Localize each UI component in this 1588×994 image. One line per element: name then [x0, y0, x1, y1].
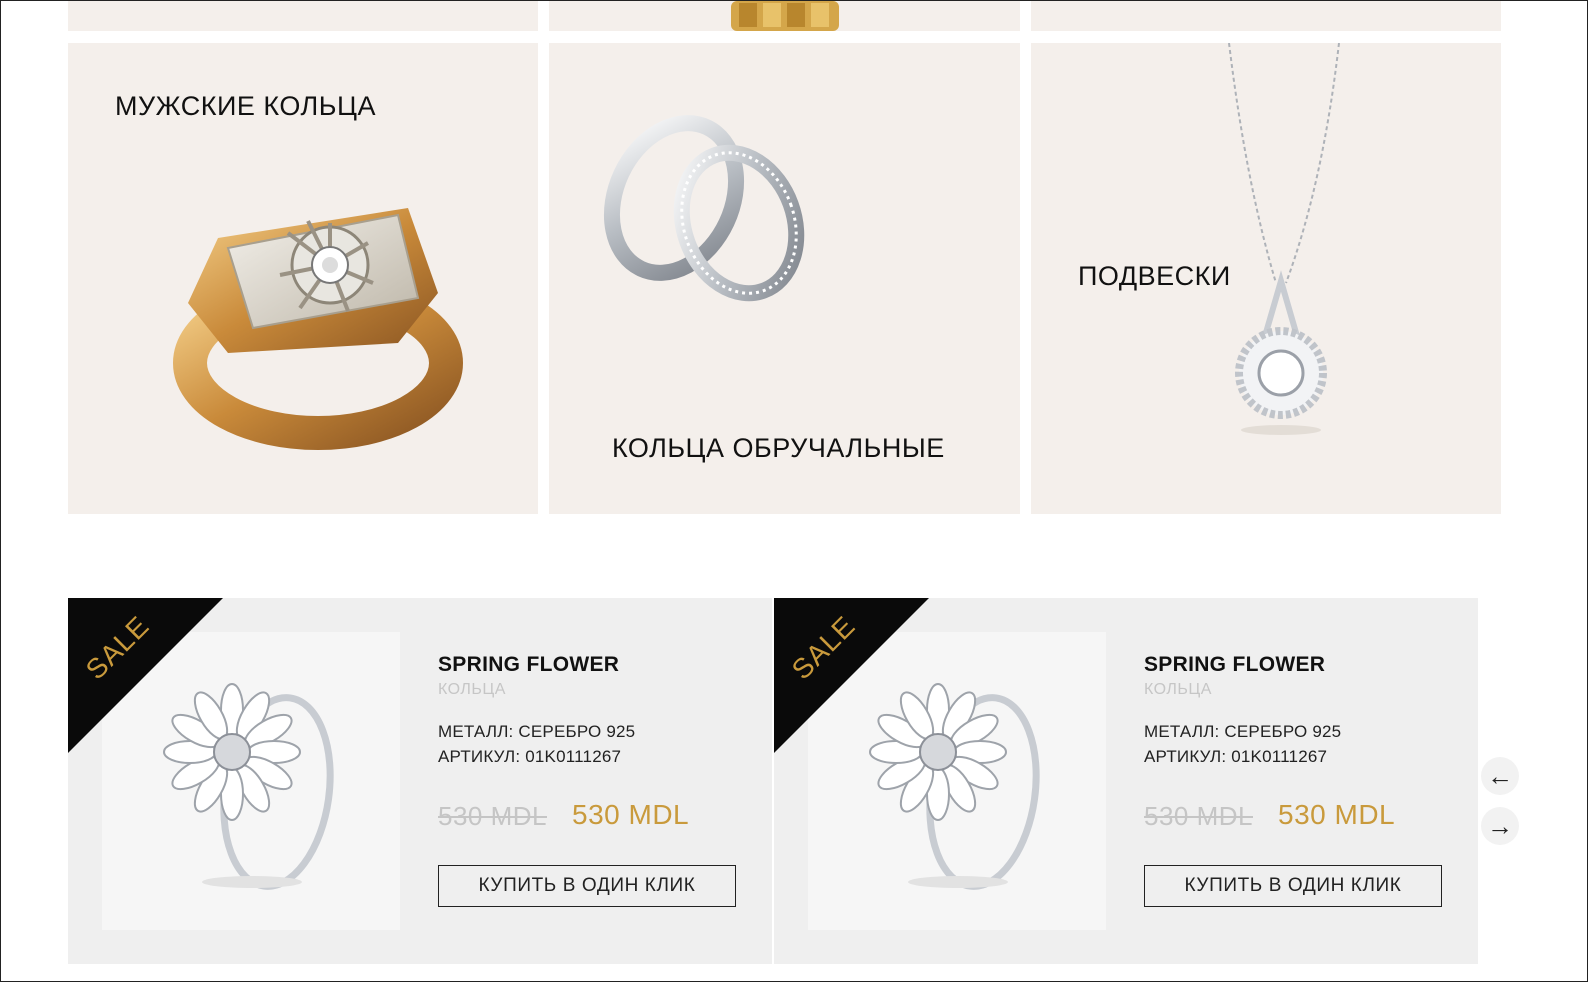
carousel-prev-button[interactable]: ← [1481, 757, 1519, 795]
carousel-next-button[interactable]: → [1481, 807, 1519, 845]
category-title: ПОДВЕСКИ [1078, 261, 1231, 291]
product-card[interactable]: SALE SPRING FLOWER КОЛЬЦА МЕТАЛЛ: СЕРЕБР… [68, 598, 772, 964]
gold-chain-image [731, 1, 839, 31]
product-price: 530 MDL [1278, 799, 1396, 830]
product-name[interactable]: SPRING FLOWER [438, 653, 619, 677]
product-card[interactable]: SALE SPRING FLOWER КОЛЬЦА МЕТАЛЛ: СЕРЕБР… [774, 598, 1478, 964]
buy-one-click-button[interactable]: КУПИТЬ В ОДИН КЛИК [438, 865, 736, 907]
category-title: КОЛЬЦА ОБРУЧАЛЬНЫЕ [612, 433, 945, 463]
category-tile-partial[interactable] [1031, 1, 1501, 31]
category-tile-partial[interactable] [549, 1, 1020, 31]
product-sku: АРТИКУЛ: 01K0111267 [438, 747, 622, 766]
product-old-price: 530 MDL [438, 801, 547, 831]
product-category: КОЛЬЦА [438, 681, 506, 698]
buy-one-click-button[interactable]: КУПИТЬ В ОДИН КЛИК [1144, 865, 1442, 907]
arrow-right-icon: → [1487, 810, 1513, 841]
page-frame: МУЖСКИЕ КОЛЬЦА КОЛЬЦА ОБРУЧАЛЬНЫЕ ПОДВЕС… [0, 0, 1588, 982]
mens-ring-image [173, 208, 463, 450]
category-tile-mens-rings[interactable]: МУЖСКИЕ КОЛЬЦА [68, 43, 538, 514]
category-tile-partial[interactable] [68, 1, 538, 31]
product-sku: АРТИКУЛ: 01K0111267 [1144, 747, 1328, 766]
product-name[interactable]: SPRING FLOWER [1144, 653, 1325, 677]
category-tile-wedding-rings[interactable]: КОЛЬЦА ОБРУЧАЛЬНЫЕ [549, 43, 1020, 514]
product-category: КОЛЬЦА [1144, 681, 1212, 698]
arrow-left-icon: ← [1487, 760, 1513, 791]
product-old-price: 530 MDL [1144, 801, 1253, 831]
product-price: 530 MDL [572, 799, 690, 830]
product-metal: МЕТАЛЛ: СЕРЕБРО 925 [1144, 722, 1342, 741]
product-metal: МЕТАЛЛ: СЕРЕБРО 925 [438, 722, 636, 741]
category-tile-pendants[interactable]: ПОДВЕСКИ [1031, 43, 1501, 514]
